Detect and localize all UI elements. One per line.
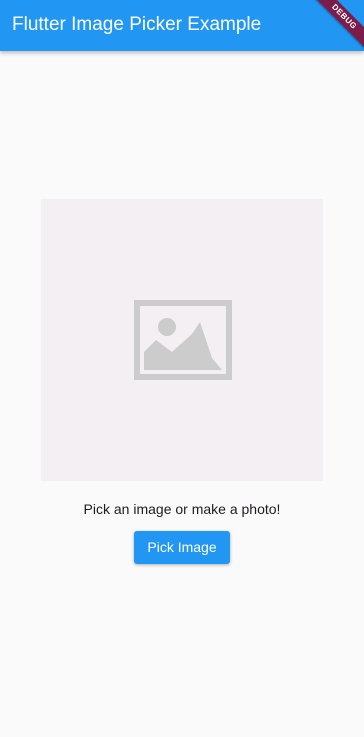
image-placeholder-icon (134, 300, 232, 380)
app-bar: Flutter Image Picker Example (0, 0, 364, 51)
pick-image-button[interactable]: Pick Image (134, 531, 230, 564)
app-title: Flutter Image Picker Example (12, 14, 262, 35)
image-placeholder (41, 199, 323, 481)
caption-text: Pick an image or make a photo! (83, 501, 281, 517)
